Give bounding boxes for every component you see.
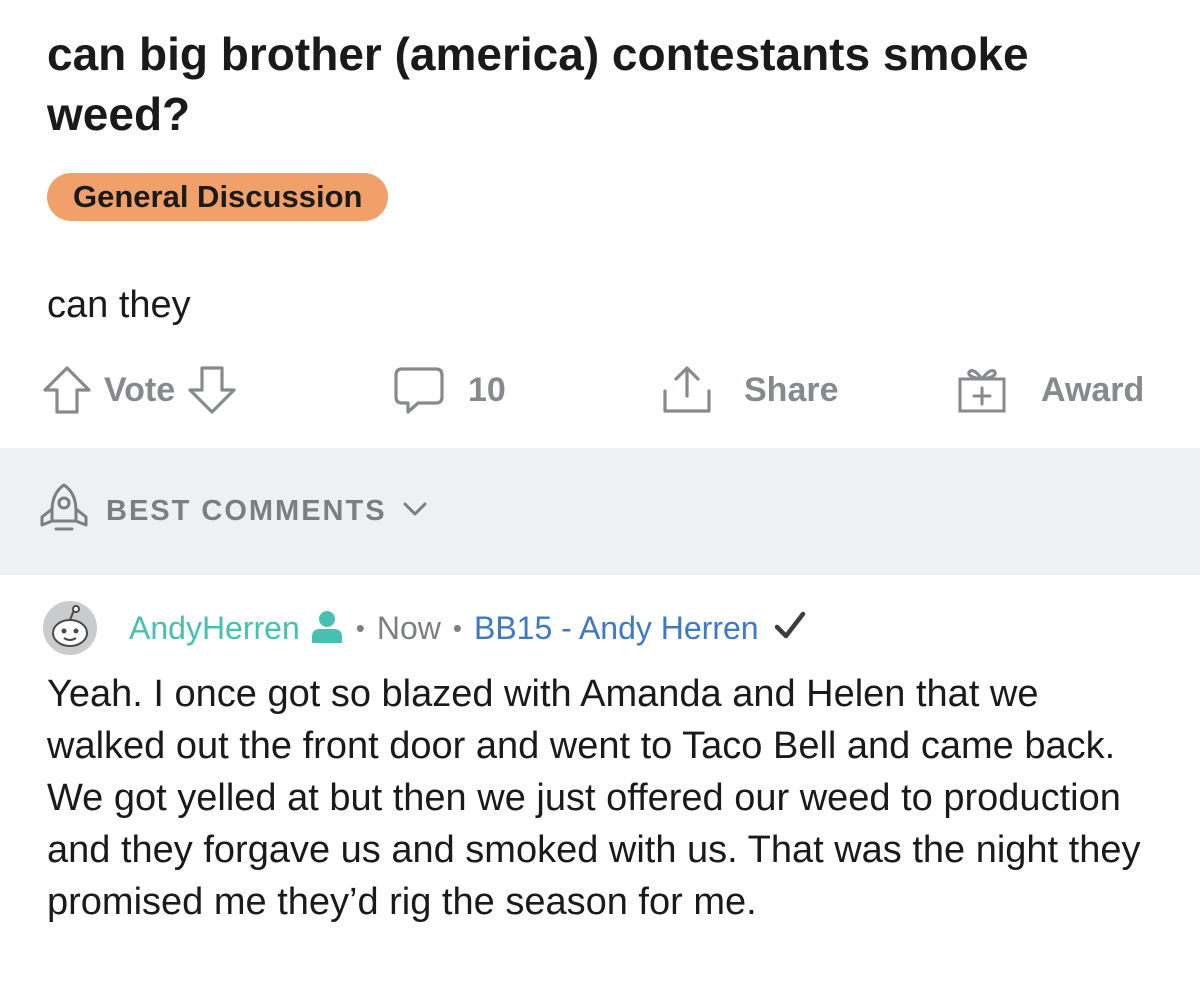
rocket-icon <box>36 481 92 542</box>
comment-meta: AndyHerren • Now • BB15 - Andy Herren <box>43 601 807 655</box>
vote-group: Vote <box>40 360 239 420</box>
gift-icon <box>955 363 1009 417</box>
separator-dot: • <box>452 612 462 643</box>
separator-dot: • <box>355 612 365 643</box>
upvote-arrow-icon[interactable] <box>40 363 94 417</box>
avatar[interactable] <box>43 601 97 655</box>
comment-bubble-icon <box>392 363 446 417</box>
user-flair: BB15 - Andy Herren <box>473 609 759 646</box>
chevron-down-icon <box>401 495 429 528</box>
downvote-arrow-icon[interactable] <box>185 363 239 417</box>
award-label: Award <box>1041 371 1145 409</box>
post-flair[interactable]: General Discussion <box>47 173 389 221</box>
comment-username[interactable]: AndyHerren <box>129 610 300 647</box>
snoo-avatar-icon <box>43 601 97 655</box>
vote-label: Vote <box>104 371 176 409</box>
share-icon <box>660 363 714 417</box>
post-title[interactable]: can big brother (america) contestants sm… <box>47 24 1157 144</box>
comments-button[interactable]: 10 <box>392 360 506 420</box>
comment-body: Yeah. I once got so blazed with Amanda a… <box>47 673 1141 923</box>
comment-time: Now <box>376 609 441 646</box>
comment-sort-dropdown[interactable]: BEST COMMENTS <box>36 448 429 575</box>
share-button[interactable]: Share <box>660 360 839 420</box>
comment-sort-bar: BEST COMMENTS <box>0 448 1200 575</box>
checkmark-icon <box>773 609 807 648</box>
post-body: can they <box>47 284 191 326</box>
award-button[interactable]: Award <box>955 360 1144 420</box>
post-action-bar: Vote 10 Share Award <box>0 360 1200 420</box>
post-card: can big brother (america) contestants sm… <box>0 0 1200 448</box>
share-label: Share <box>744 371 839 409</box>
user-icon <box>310 609 344 648</box>
sort-label: BEST COMMENTS <box>106 495 387 527</box>
comment: AndyHerren • Now • BB15 - Andy Herren Ye… <box>0 575 1200 991</box>
comments-count: 10 <box>468 371 506 409</box>
